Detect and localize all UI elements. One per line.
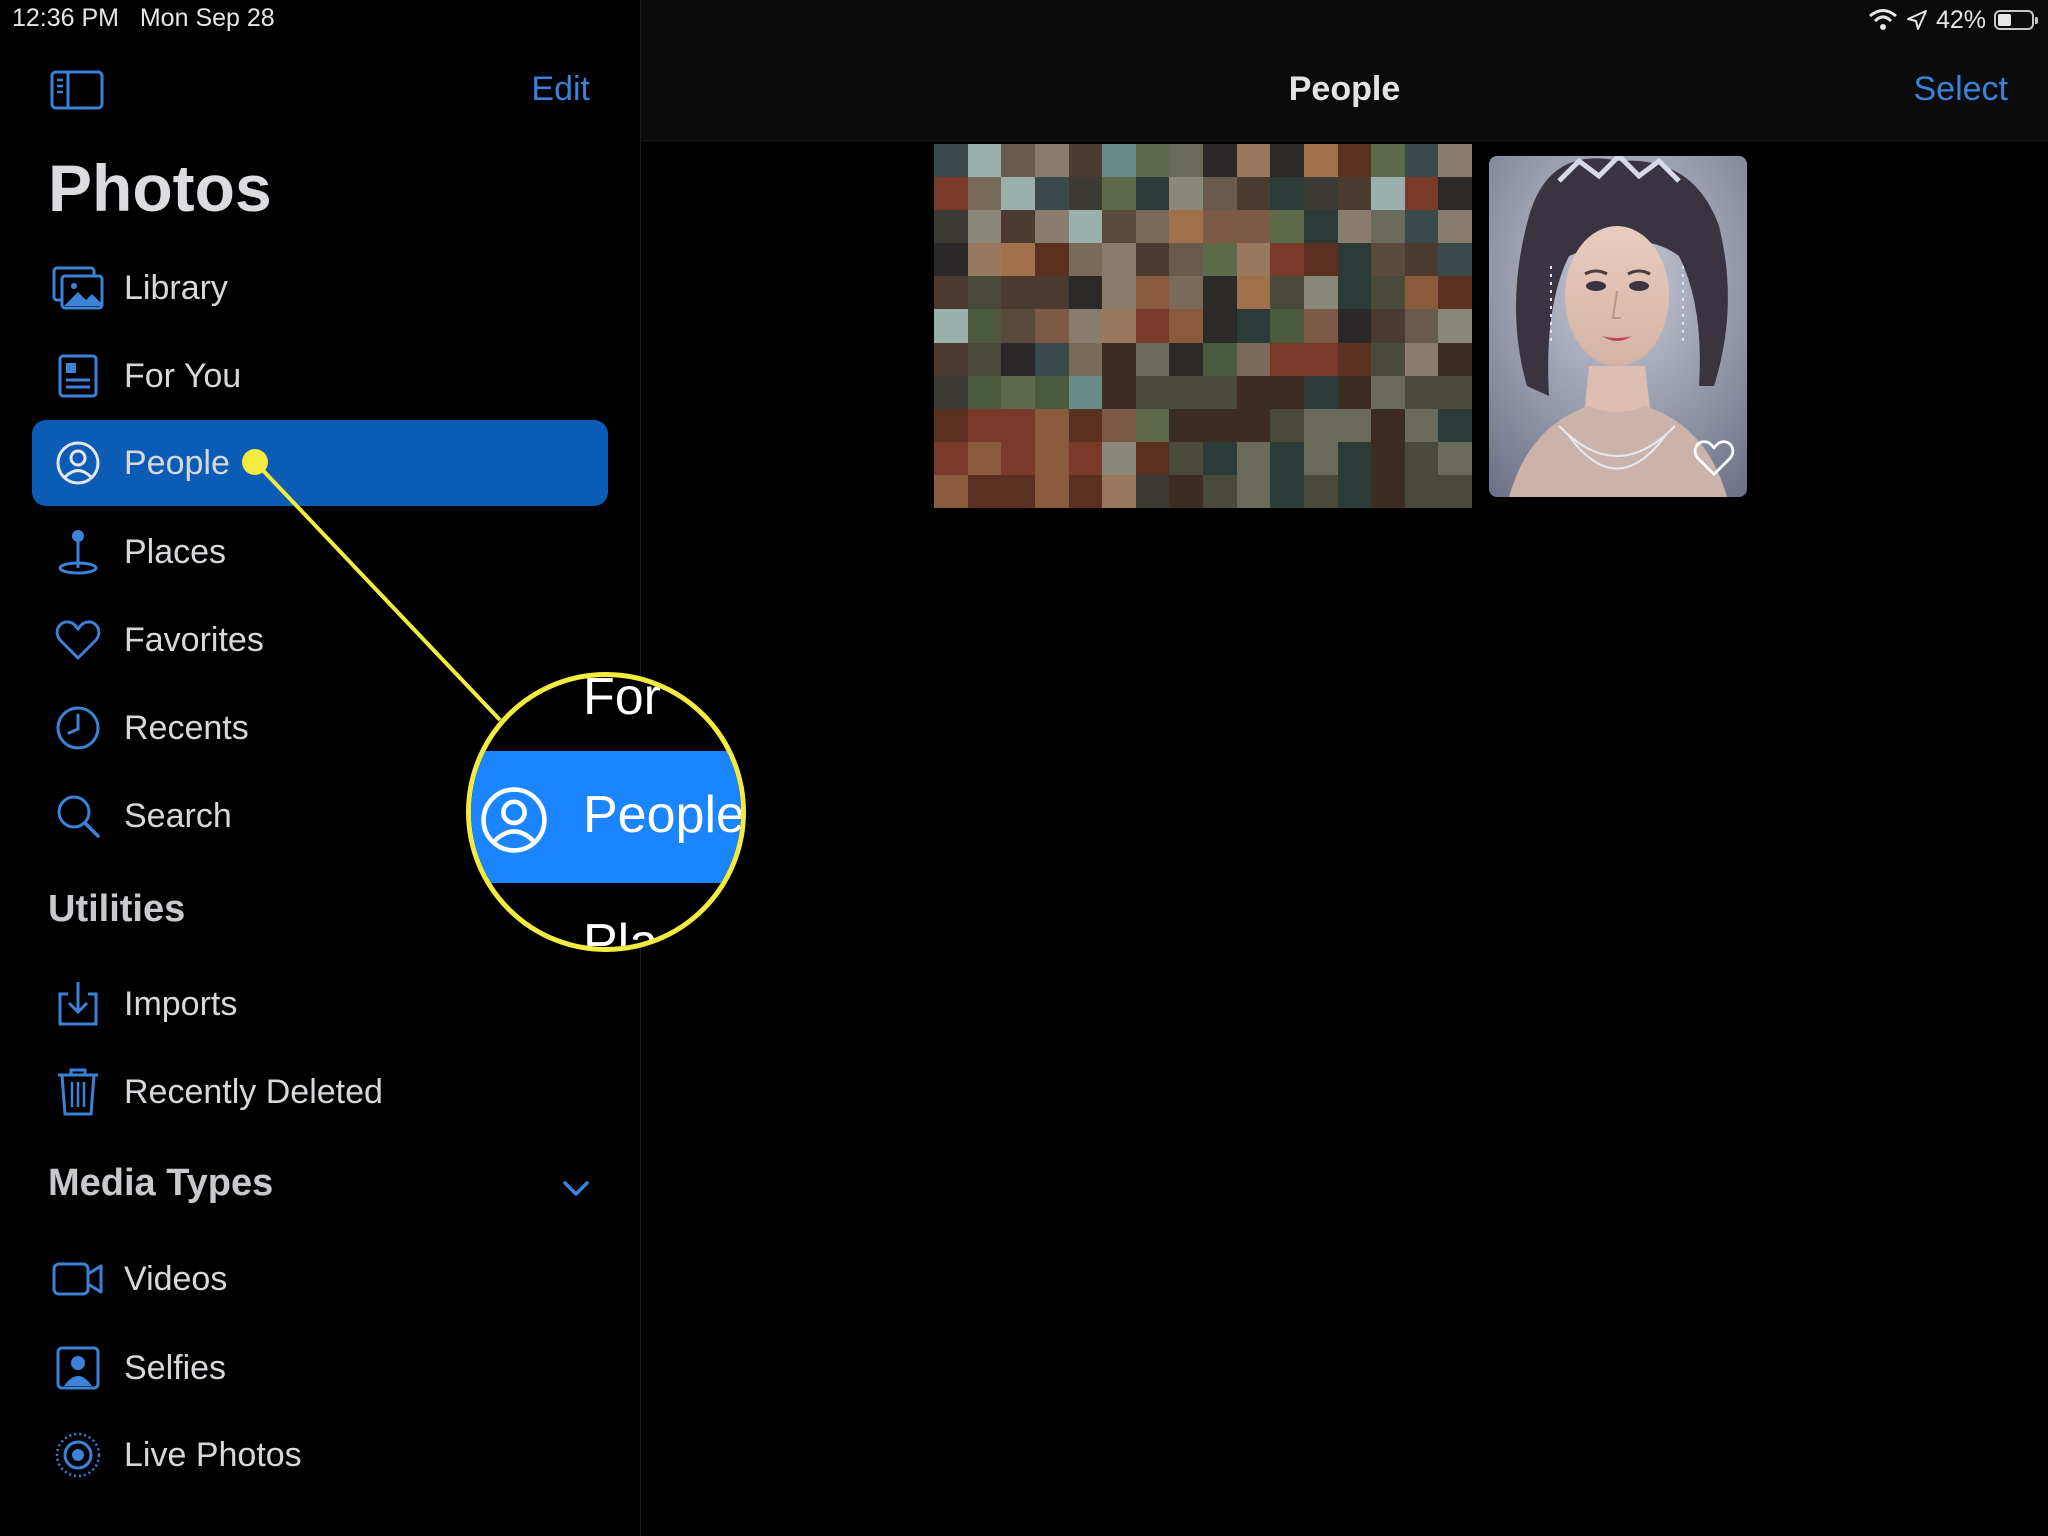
status-bar: 12:36 PM Mon Sep 28 42%: [0, 0, 2048, 40]
battery-percent: 42%: [1935, 5, 1986, 34]
sidebar-item-live-photos[interactable]: Live Photos: [32, 1412, 608, 1498]
sidebar-item-favorites[interactable]: Favorites: [32, 597, 608, 683]
sidebar-item-label: Search: [124, 796, 232, 835]
sidebar-title: Photos: [48, 151, 272, 225]
sidebar-item-label: Live Photos: [124, 1435, 302, 1474]
utilities-header: Utilities: [48, 888, 186, 930]
sidebar-item-label: Selfies: [124, 1348, 227, 1387]
trash-icon: [50, 1064, 106, 1120]
page-title: People: [1288, 70, 1401, 108]
heart-icon: [50, 612, 106, 668]
edit-button[interactable]: Edit: [531, 70, 590, 109]
sidebar-toggle-icon[interactable]: [50, 70, 104, 110]
sidebar-item-recently-deleted[interactable]: Recently Deleted: [32, 1049, 608, 1135]
person-circle-icon: [50, 435, 106, 491]
sidebar-item-places[interactable]: Places: [32, 509, 608, 595]
sidebar-item-library[interactable]: Library: [32, 245, 608, 331]
map-pin-icon: [50, 524, 106, 580]
time-text: 12:36 PM: [12, 4, 120, 32]
location-arrow-icon: [1906, 10, 1927, 30]
for-you-icon: [50, 348, 106, 404]
media-types-header: Media Types: [48, 1162, 274, 1204]
status-time: 12:36 PM Mon Sep 28: [12, 4, 275, 33]
library-icon: [50, 260, 106, 316]
status-indicators: 42%: [1868, 4, 2038, 36]
sidebar-item-label: Recents: [124, 708, 249, 747]
sidebar-item-for-you[interactable]: For You: [32, 333, 608, 419]
wifi-icon: [1868, 9, 1897, 30]
zoom-partial-label-below: Places: [583, 914, 740, 952]
live-photo-icon: [50, 1427, 106, 1483]
sidebar-item-imports[interactable]: Imports: [32, 961, 608, 1047]
favorite-heart-icon[interactable]: [1693, 439, 1735, 477]
zoom-person-circle-icon: [481, 787, 547, 853]
sidebar-item-label: Favorites: [124, 620, 264, 659]
clock-icon: [50, 700, 106, 756]
person-thumbnail[interactable]: [1489, 156, 1747, 497]
selfie-icon: [50, 1340, 106, 1396]
zoom-callout: For People Places: [466, 672, 746, 952]
date-text: Mon Sep 28: [139, 4, 275, 32]
zoom-partial-label-above: For: [583, 672, 661, 726]
sidebar-item-videos[interactable]: Videos: [32, 1236, 608, 1322]
sidebar-item-label: Recently Deleted: [124, 1072, 383, 1111]
select-button[interactable]: Select: [1914, 70, 2009, 109]
import-icon: [50, 976, 106, 1032]
pixelated-photo: [934, 144, 1472, 508]
battery-icon: [1994, 10, 2038, 30]
sidebar-item-label: Library: [124, 268, 228, 307]
sidebar-item-label: Places: [124, 532, 227, 571]
video-icon: [50, 1251, 106, 1307]
search-icon: [50, 788, 106, 844]
sidebar-item-label: Videos: [124, 1259, 228, 1298]
chevron-down-icon[interactable]: [560, 1172, 592, 1204]
sidebar-item-selfies[interactable]: Selfies: [32, 1325, 608, 1411]
sidebar-item-label: Imports: [124, 984, 238, 1023]
sidebar-item-label: People: [124, 443, 230, 482]
sidebar-item-label: For You: [124, 356, 242, 395]
person-thumbnail-pixelated[interactable]: [934, 144, 1472, 508]
zoom-people-label: People: [583, 786, 745, 844]
sidebar-item-people[interactable]: People: [32, 420, 608, 506]
